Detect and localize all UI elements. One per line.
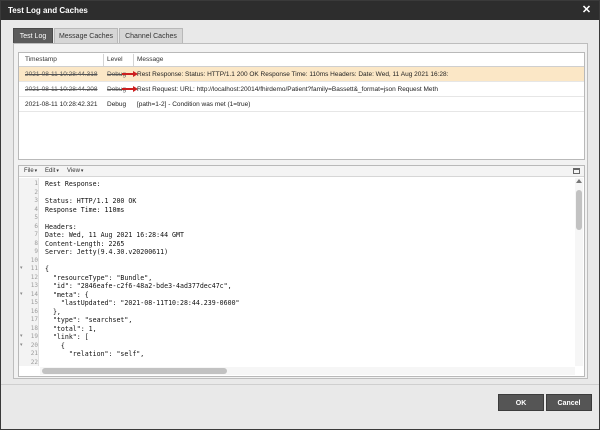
caret-down-icon: ▾ (56, 168, 59, 174)
code-line: "meta": { (45, 290, 89, 299)
log-table: Timestamp Level Message 2021-08-11 10:28… (18, 52, 585, 160)
line-number: 4 (34, 205, 38, 213)
line-number: 16 (30, 307, 38, 315)
code-line: Response Time: 110ms (45, 205, 125, 214)
line-number: 9 (34, 248, 38, 255)
log-timestamp: 2021-08-11 10:28:44.208 (25, 86, 98, 93)
line-number-gutter: 1 2 3 4 5 6 7 8 9 10 11 ▾ 12 13 14 ▾ 15 16 17 18 19 ▾ 20 ▾ 21 22 (19, 178, 39, 366)
log-row[interactable]: 2021-08-11 10:28:44.208 Debug Rest Reque… (19, 82, 584, 97)
line-number: 20 (30, 341, 38, 349)
ok-button[interactable]: OK (498, 394, 544, 411)
line-number: 22 (30, 358, 38, 366)
red-arrow-icon (122, 71, 138, 77)
line-number: 8 (34, 239, 38, 247)
line-number: 5 (34, 214, 38, 221)
code-line: Content-Length: 2265 (45, 239, 125, 248)
line-number: 17 (30, 316, 38, 323)
line-number: 18 (30, 324, 38, 332)
line-number: 13 (30, 282, 38, 289)
menu-edit-label: Edit (45, 168, 56, 174)
line-number: 11 (30, 265, 38, 272)
title-bar: Test Log and Caches ✕ (1, 1, 599, 20)
scrollbar-thumb[interactable] (576, 190, 582, 230)
red-arrow-icon (122, 86, 138, 92)
code-line: Headers: (45, 222, 77, 231)
line-number: 1 (34, 180, 38, 187)
test-log-dialog: Test Log and Caches ✕ Test Log Message C… (0, 0, 600, 430)
log-row[interactable]: 2021-08-11 10:28:44.318 Debug Rest Respo… (19, 67, 584, 82)
horizontal-scrollbar[interactable] (40, 367, 575, 375)
code-line: Server: Jetty(9.4.30.v20200611) (45, 248, 169, 256)
column-divider[interactable] (103, 54, 104, 66)
line-number: 10 (30, 256, 38, 264)
menu-file[interactable]: File▾ (24, 168, 37, 174)
tab-channel-caches[interactable]: Channel Caches (119, 28, 183, 43)
code-line: Rest Response: (45, 180, 101, 188)
menu-edit[interactable]: Edit▾ (45, 168, 59, 174)
line-number: 21 (30, 350, 38, 357)
cancel-button[interactable]: Cancel (546, 394, 592, 411)
code-line: "total": 1, (45, 324, 97, 333)
log-row[interactable]: 2021-08-11 10:28:42.321 Debug [path=1-2]… (19, 97, 584, 112)
log-table-header: Timestamp Level Message (19, 53, 584, 67)
column-timestamp[interactable]: Timestamp (25, 56, 57, 63)
dialog-title: Test Log and Caches (8, 6, 88, 15)
caret-down-icon: ▾ (80, 168, 84, 174)
line-number: 19 (30, 333, 38, 340)
line-number: 3 (34, 197, 38, 204)
code-line: }, (45, 307, 61, 316)
fold-icon[interactable]: ▾ (20, 342, 25, 348)
line-number: 14 (30, 290, 38, 298)
code-line: { (45, 265, 49, 273)
code-line: "link": [ (45, 333, 89, 341)
caret-down-icon: ▾ (34, 168, 38, 174)
line-number: 15 (30, 299, 38, 306)
code-line: "resourceType": "Bundle", (45, 273, 153, 282)
code-line: "id": "2846eafe-c2f6-48a2-bde3-4ad377dec… (45, 282, 232, 290)
log-message: [path=1-2] - Condition was met (1=true) (137, 101, 251, 108)
scrollbar-thumb[interactable] (42, 368, 227, 374)
vertical-scrollbar[interactable] (575, 178, 583, 366)
close-icon[interactable]: ✕ (580, 4, 593, 17)
menu-file-label: File (24, 168, 34, 174)
line-number: 12 (30, 273, 38, 281)
column-level[interactable]: Level (107, 56, 123, 63)
test-log-panel: Timestamp Level Message 2021-08-11 10:28… (13, 43, 588, 379)
code-line: { (45, 341, 65, 350)
menu-view-label: View (67, 168, 80, 174)
log-message: Rest Response: Status: HTTP/1.1 200 OK R… (137, 71, 449, 78)
tab-message-caches[interactable]: Message Caches (54, 28, 118, 43)
code-line: Status: HTTP/1.1 200 OK (45, 197, 137, 205)
column-message[interactable]: Message (137, 56, 163, 63)
fold-icon[interactable]: ▾ (20, 265, 25, 271)
editor-toolbar: File▾ Edit▾ View▾ (19, 166, 584, 177)
menu-view[interactable]: View▾ (67, 168, 83, 174)
line-number: 6 (34, 222, 38, 230)
log-level: Debug (107, 101, 127, 108)
line-number: 7 (34, 231, 38, 238)
fold-icon[interactable]: ▾ (20, 291, 25, 297)
log-message: Rest Request: URL: http://localhost:2001… (137, 86, 438, 93)
maximize-icon[interactable] (573, 168, 580, 174)
scroll-up-icon[interactable] (576, 179, 582, 183)
tab-test-log[interactable]: Test Log (13, 28, 53, 43)
column-divider[interactable] (133, 54, 134, 66)
log-timestamp: 2021-08-11 10:28:44.318 (25, 71, 98, 78)
code-line: Date: Wed, 11 Aug 2021 16:28:44 GMT (45, 231, 184, 239)
code-line: "relation": "self", (45, 350, 145, 358)
code-line: "type": "searchset", (45, 316, 133, 324)
message-detail-editor[interactable]: File▾ Edit▾ View▾ 1 2 3 4 5 6 7 8 9 10 11 ▾ 12 13 14 ▾ 1… (18, 165, 585, 377)
log-timestamp: 2021-08-11 10:28:42.321 (25, 101, 98, 108)
line-number: 2 (34, 188, 38, 196)
dialog-footer: OK Cancel (1, 384, 599, 429)
code-line: "lastUpdated": "2021-08-11T10:28:44.239-… (45, 299, 240, 307)
fold-icon[interactable]: ▾ (20, 333, 25, 339)
